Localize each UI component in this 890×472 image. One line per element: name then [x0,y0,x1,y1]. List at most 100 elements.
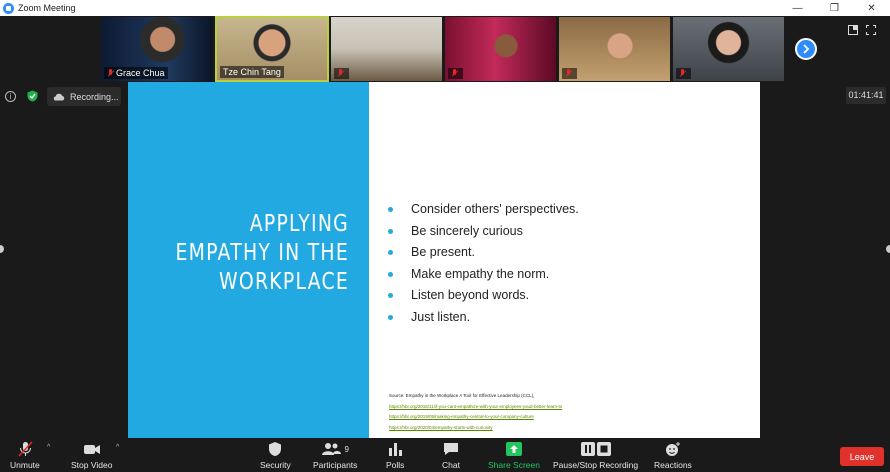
meeting-timer: 01:41:41 [846,87,886,104]
participant-name: Tze Chin Tang [223,67,281,77]
recording-indicator: Recording... [47,87,121,106]
bullet-text: Be sincerely curious [411,223,523,238]
restore-button[interactable]: ❐ [816,0,853,16]
view-controls [848,22,876,35]
bullet-text: Just listen. [411,309,471,324]
bullet-dot-icon [388,228,393,234]
next-page-button[interactable] [795,38,817,60]
window-controls: — ❐ ✕ [779,0,890,16]
source-title: Source: Empathy in the Workplace A Tool … [389,393,535,398]
participant-tile[interactable] [558,16,671,82]
right-edge-handle[interactable] [886,245,890,253]
participants-icon: 9 [318,441,352,457]
chat-button[interactable]: Chat [442,441,460,471]
polls-button[interactable]: Polls [386,441,404,471]
window-title: Zoom Meeting [18,3,76,13]
participant-tile[interactable] [330,16,443,82]
video-strip: Grace Chua Tze Chin Tang [0,16,890,82]
participant-tile[interactable] [444,16,557,82]
bullet-item: Listen beyond words. [388,285,579,307]
security-shield-icon [266,441,284,457]
video-options-caret-icon[interactable]: ^ [116,444,119,451]
shared-slide: APPLYING EMPATHY IN THE WORKPLACE Consid… [128,82,760,438]
bullet-item: Make empathy the norm. [388,264,579,286]
gallery-view-icon[interactable] [848,22,858,35]
participant-name-tag: Grace Chua [104,67,168,79]
title-bar: Zoom Meeting — ❐ ✕ [0,0,890,16]
participant-count: 9 [344,444,349,454]
reactions-emoji-icon [664,441,682,457]
polls-label: Polls [386,460,405,470]
reactions-label: Reactions [654,460,692,470]
fullscreen-icon[interactable] [866,22,876,35]
bullet-dot-icon [388,250,393,256]
zoom-window: Zoom Meeting — ❐ ✕ Grace Chua Tze Chin T… [0,0,890,472]
pause-recording-label: Pause/Stop Recording [553,460,639,470]
participant-name-tag [676,68,691,79]
participant-tile[interactable] [672,16,785,82]
mic-muted-icon [565,69,572,78]
cloud-recording-icon [53,93,65,101]
bullet-item: Be sincerely curious [388,221,579,243]
pause-stop-icon [579,441,613,457]
slide-sources: Source: Empathy in the Workplace A Tool … [389,391,562,433]
mic-muted-icon [679,69,686,78]
chevron-right-icon [803,44,810,54]
security-button[interactable]: Security [260,441,291,471]
left-edge-handle[interactable] [0,245,4,253]
source-link[interactable]: https://hbr.org/2016/11/if-you-cant-empa… [389,402,562,413]
participant-name-tag [448,68,463,79]
audio-options-caret-icon[interactable]: ^ [47,444,50,451]
pause-stop-recording-button[interactable]: Pause/Stop Recording [553,441,638,471]
unmute-label: Unmute [10,460,40,470]
stop-video-label: Stop Video [71,460,113,470]
participant-name: Grace Chua [116,68,165,78]
source-link[interactable]: https://hbr.org/2019/05/making-empathy-c… [389,412,562,423]
participants-label: Participants [313,460,358,470]
bullet-text: Consider others' perspectives. [411,202,579,216]
bullet-item: Be present. [388,242,579,264]
bullet-item: Just listen. [388,307,579,329]
mic-muted-icon [337,69,344,78]
bullet-dot-icon [388,271,393,277]
video-camera-icon [83,441,101,457]
participant-name-tag: Tze Chin Tang [220,66,284,78]
security-label: Security [260,460,291,470]
bullet-dot-icon [388,293,393,299]
chat-bubble-icon [442,441,460,457]
meeting-info-icon[interactable]: i [5,91,16,102]
share-screen-button[interactable]: Share Screen [488,441,540,471]
bullet-text: Listen beyond words. [411,288,530,302]
slide-bullet-list: Consider others' perspectives. Be sincer… [388,199,579,328]
encryption-shield-icon[interactable] [27,90,38,102]
leave-meeting-button[interactable]: Leave [840,447,884,466]
chat-label: Chat [442,460,460,470]
mic-muted-icon [451,69,458,78]
bullet-dot-icon [388,207,393,213]
slide-title-panel: APPLYING EMPATHY IN THE WORKPLACE [128,82,369,438]
participant-tile-active-speaker[interactable]: Tze Chin Tang [215,16,329,82]
zoom-logo-icon [3,2,14,14]
reactions-button[interactable]: Reactions [654,441,692,471]
minimize-button[interactable]: — [779,0,816,16]
unmute-button[interactable]: Unmute [10,441,40,471]
meeting-toolbar: Unmute ^ Stop Video ^ Security 9 Partici… [0,438,890,472]
slide-title-line: EMPATHY IN THE [175,240,349,266]
slide-title-line: WORKPLACE [218,269,349,295]
participant-name-tag [334,68,349,79]
mic-muted-icon [107,68,114,78]
share-screen-label: Share Screen [488,460,540,470]
participant-name-tag [562,68,577,79]
bullet-item: Consider others' perspectives. [388,199,579,221]
bullet-dot-icon [388,314,393,320]
close-button[interactable]: ✕ [853,0,890,16]
stop-video-button[interactable]: Stop Video [71,441,112,471]
slide-title-line: APPLYING [249,211,349,237]
source-link[interactable]: https://hbr.org/2020/04/empathy-starts-w… [389,423,562,434]
bullet-text: Be present. [411,245,475,259]
mic-off-icon [16,441,34,457]
polls-chart-icon [386,441,404,457]
participant-tile[interactable]: Grace Chua [100,16,214,82]
participants-button[interactable]: 9 Participants [313,441,357,471]
bullet-text: Make empathy the norm. [411,266,550,281]
